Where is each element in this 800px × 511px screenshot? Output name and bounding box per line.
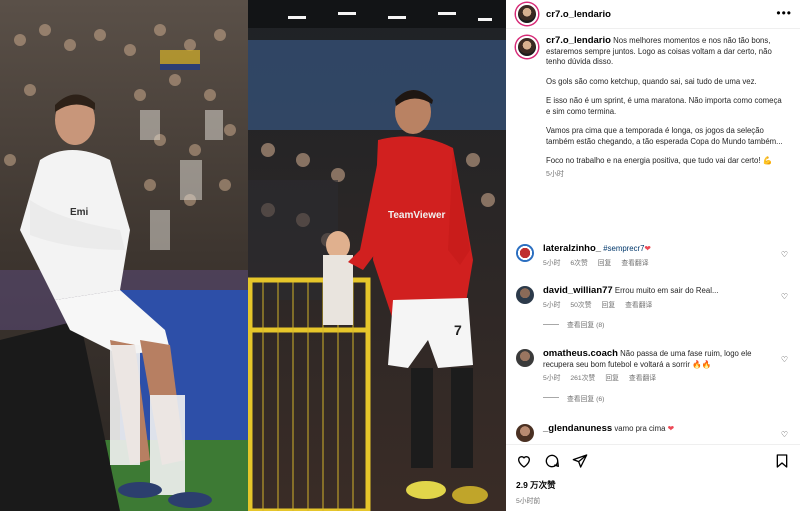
more-options-icon[interactable]: •••	[776, 6, 792, 20]
post-panel: cr7.o_lendario ••• cr7.o_lendario Nos me…	[506, 0, 800, 511]
svg-text:TeamViewer: TeamViewer	[388, 210, 446, 221]
svg-text:Emi: Emi	[70, 207, 89, 218]
caption-paragraph-5: Foco no trabalho e na energia positiva, …	[546, 156, 773, 165]
translate-button[interactable]: 查看翻译	[629, 375, 656, 382]
comment-time: 5小时	[543, 259, 561, 267]
commenter-username[interactable]: _glendanuness	[543, 423, 612, 434]
like-comment-heart-icon[interactable]: ♡	[781, 430, 788, 439]
caption: cr7.o_lendario Nos melhores momentos e n…	[516, 35, 792, 179]
comment-time: 5小时	[543, 375, 561, 382]
svg-text:7: 7	[454, 322, 462, 338]
left-photo: Emi	[0, 0, 248, 511]
commenter-username[interactable]: david_willian77	[543, 285, 613, 296]
likes-count[interactable]: 2.9 万次赞	[516, 479, 556, 491]
real-madrid-photo: Emi	[0, 0, 248, 511]
author-username[interactable]: cr7.o_lendario	[546, 9, 611, 20]
caption-paragraph-4: Vamos pra cima que a temporada é longa, …	[546, 126, 783, 146]
view-replies-label: 查看回复 (8)	[567, 322, 605, 329]
translate-button[interactable]: 查看翻译	[621, 260, 648, 267]
action-bar: 2.9 万次赞 5小时前	[506, 444, 800, 511]
commenter-avatar[interactable]	[516, 349, 534, 367]
commenter-avatar[interactable]	[516, 244, 534, 262]
caption-paragraph-2: Os gols são como ketchup, quando sai, sa…	[546, 76, 757, 86]
commenter-username[interactable]: lateralzinho_	[543, 243, 601, 254]
view-replies-label: 查看回复 (6)	[567, 395, 605, 403]
caption-username[interactable]: cr7.o_lendario	[546, 35, 611, 46]
reply-button[interactable]: 回复	[602, 302, 616, 309]
share-send-icon[interactable]	[572, 453, 588, 469]
author-avatar[interactable]	[516, 3, 538, 25]
comment-likes[interactable]: 261次赞	[570, 375, 595, 382]
like-comment-heart-icon[interactable]: ♡	[781, 355, 788, 364]
right-photo: TeamViewer 7	[248, 0, 506, 511]
heart-emoji: ❤	[667, 424, 675, 433]
caption-text: cr7.o_lendario Nos melhores momentos e n…	[546, 35, 786, 171]
view-replies-button[interactable]: 查看回复 (6)	[543, 393, 796, 403]
caption-paragraph-3: E isso não é um sprint, é uma maratona. …	[546, 96, 782, 116]
caption-avatar[interactable]	[516, 36, 538, 58]
comment: lateralzinho_ #semprecr7❤ 5小时 6次赞 回复 查看翻译 ♡	[516, 243, 796, 269]
man-utd-photo: TeamViewer 7	[248, 0, 506, 511]
bookmark-icon[interactable]	[774, 453, 790, 469]
post-header: cr7.o_lendario •••	[506, 0, 800, 29]
heart-emoji: ❤	[644, 244, 651, 253]
comment: _glendanuness vamo pra cima ❤ ♡	[516, 423, 796, 442]
comment-likes[interactable]: 6次赞	[570, 260, 587, 267]
post-time: 5小时前	[516, 498, 541, 505]
comment-text: vamo pra cima	[614, 424, 666, 433]
comment-text: Errou muito em sair do Real...	[614, 286, 719, 295]
comment: omatheus.coach Não passa de uma fase rui…	[516, 348, 796, 403]
comment-time: 5小时	[543, 301, 561, 309]
comment: david_willian77 Errou muito em sair do R…	[516, 285, 796, 329]
like-heart-icon[interactable]	[516, 453, 532, 469]
comment-icon[interactable]	[544, 453, 560, 469]
reply-button[interactable]: 回复	[605, 375, 619, 382]
like-comment-heart-icon[interactable]: ♡	[781, 250, 788, 259]
view-replies-button[interactable]: 查看回复 (8)	[543, 319, 796, 329]
comment-likes[interactable]: 50次赞	[570, 302, 591, 309]
like-comment-heart-icon[interactable]: ♡	[781, 292, 788, 301]
commenter-avatar[interactable]	[516, 286, 534, 304]
translate-button[interactable]: 查看翻译	[625, 302, 652, 309]
commenter-username[interactable]: omatheus.coach	[543, 348, 618, 359]
comment-text[interactable]: #semprecr7	[603, 244, 644, 253]
commenter-avatar[interactable]	[516, 424, 534, 442]
reply-button[interactable]: 回复	[598, 260, 612, 267]
